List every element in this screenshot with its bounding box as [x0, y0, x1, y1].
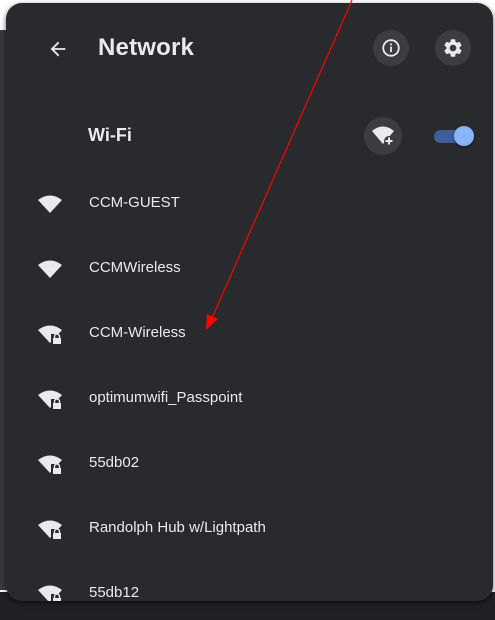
network-name: CCM-Wireless [89, 324, 186, 341]
page-title: Network [98, 34, 195, 61]
network-name: CCMWireless [89, 259, 181, 276]
network-item-ccm-wireless[interactable]: CCM-Wireless [6, 301, 493, 366]
add-wifi-button[interactable] [364, 117, 402, 155]
back-button[interactable] [40, 31, 76, 67]
wifi-section-label: Wi-Fi [88, 125, 132, 145]
wifi-toggle-row: Wi-Fi [6, 111, 493, 161]
network-item-optimumwifi-passpoint[interactable]: optimumwifi_Passpoint [6, 366, 493, 431]
wifi-lock-icon [38, 520, 62, 540]
wifi-lock-icon [38, 325, 62, 345]
wifi-toggle-thumb [454, 126, 474, 146]
arrow-left-icon [50, 41, 66, 57]
network-name: optimumwifi_Passpoint [89, 389, 243, 406]
screen: Network Wi-Fi CCM-GUEST CCMWireless CCM-… [0, 0, 495, 620]
wifi-lock-icon [38, 390, 62, 410]
wifi-add-icon [372, 126, 394, 146]
network-name: CCM-GUEST [89, 194, 180, 211]
settings-button[interactable] [435, 30, 471, 66]
network-name: 55db02 [89, 454, 140, 471]
network-name: Randolph Hub w/Lightpath [89, 519, 266, 536]
wifi-icon [38, 260, 62, 278]
wifi-lock-icon [38, 585, 62, 601]
panel-header: Network [6, 3, 493, 93]
network-name: 55db12 [89, 584, 140, 601]
network-item-ccm-guest[interactable]: CCM-GUEST [6, 171, 493, 236]
wifi-toggle[interactable] [432, 126, 474, 146]
network-item-randolph-hub[interactable]: Randolph Hub w/Lightpath [6, 496, 493, 561]
network-panel: Network Wi-Fi CCM-GUEST CCMWireless CCM-… [6, 3, 493, 601]
network-item-55db12[interactable]: 55db12 [6, 561, 493, 601]
wifi-icon [38, 195, 62, 213]
wifi-lock-icon [38, 455, 62, 475]
network-item-55db02[interactable]: 55db02 [6, 431, 493, 496]
network-item-ccmwireless[interactable]: CCMWireless [6, 236, 493, 301]
network-list: CCM-GUEST CCMWireless CCM-Wireless optim… [6, 171, 493, 601]
gear-icon [444, 39, 462, 57]
info-icon [382, 39, 400, 57]
info-button[interactable] [373, 30, 409, 66]
